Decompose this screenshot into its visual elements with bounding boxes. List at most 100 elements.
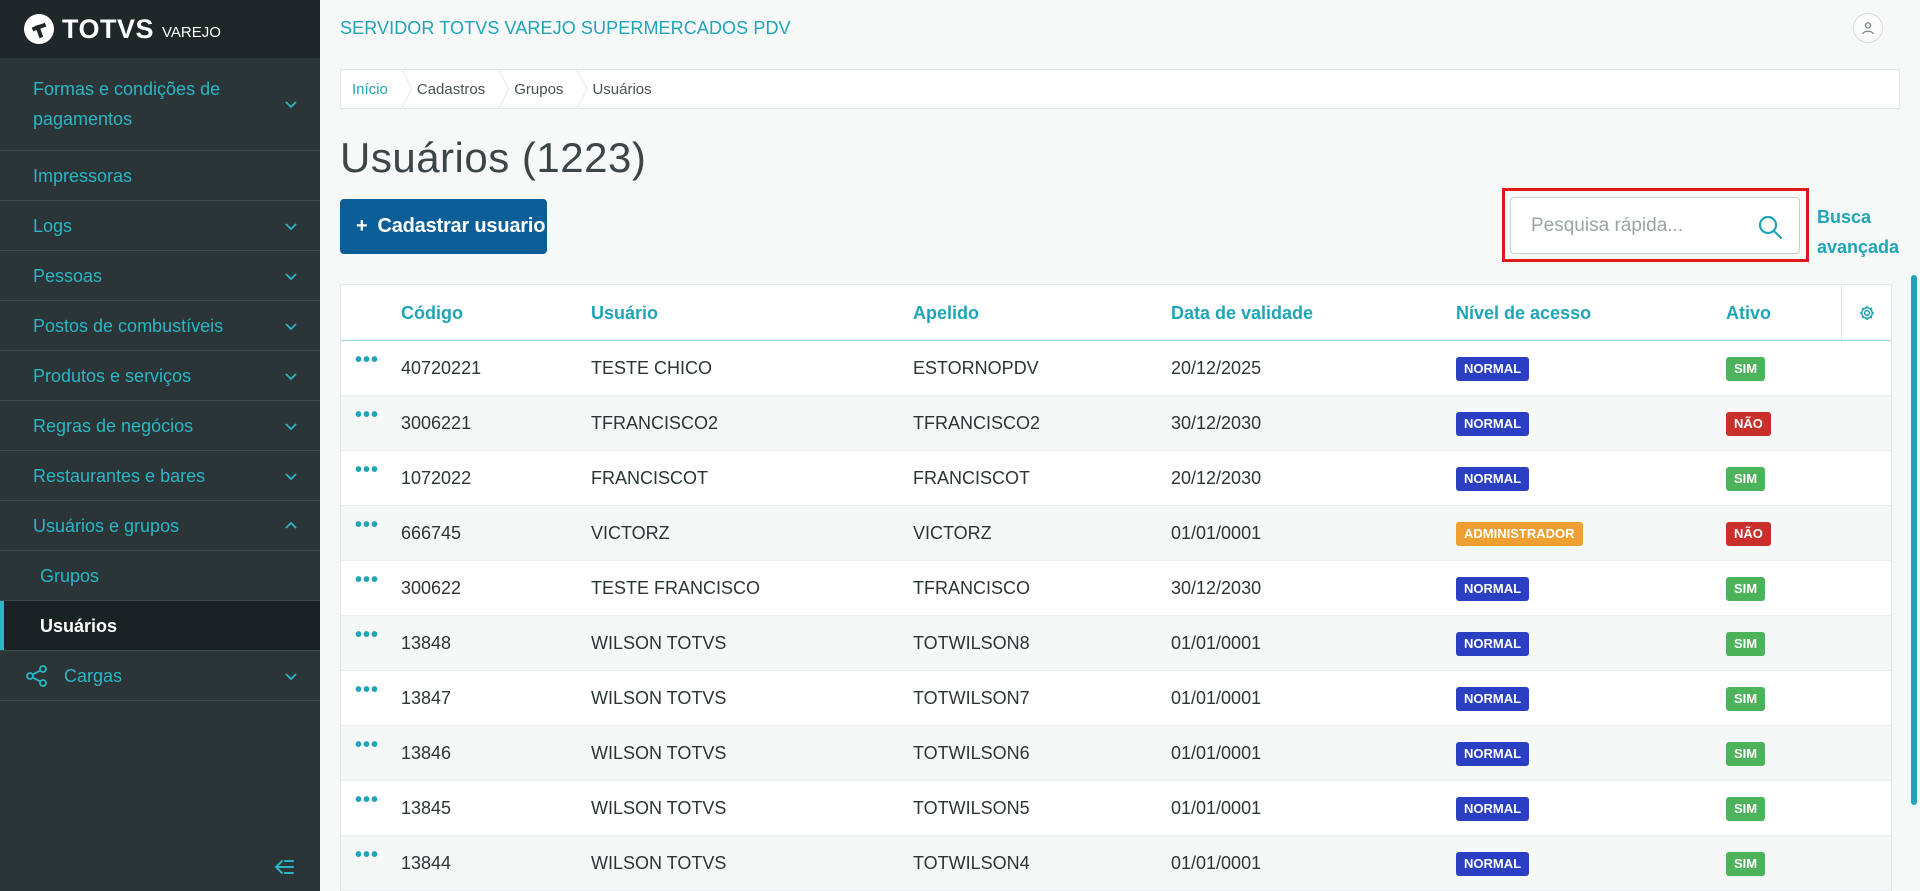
share-nodes-icon: [26, 664, 47, 687]
cell-validade: 01/01/0001: [1171, 688, 1262, 708]
access-level-badge: NORMAL: [1456, 687, 1530, 711]
search-icon[interactable]: [1757, 214, 1783, 240]
cell-usuario: WILSON TOTVS: [591, 743, 727, 763]
sidebar-item-grupos[interactable]: Grupos: [0, 551, 320, 601]
cell-apelido: TOTWILSON4: [913, 853, 1030, 873]
plus-icon: +: [356, 215, 368, 237]
breadcrumb-item-inicio[interactable]: Início: [341, 70, 413, 108]
advanced-search-line2: avançada: [1817, 237, 1900, 257]
cell-codigo: 13845: [401, 798, 452, 818]
chevron-down-icon: [285, 272, 297, 280]
cell-usuario: WILSON TOTVS: [591, 688, 727, 708]
breadcrumb-label: Cadastros: [416, 80, 486, 98]
collapse-menu-icon[interactable]: [272, 855, 296, 879]
cell-codigo: 40720221: [401, 358, 482, 378]
row-actions-icon[interactable]: •••: [355, 460, 379, 480]
cell-usuario: WILSON TOTVS: [591, 633, 727, 653]
chevron-down-icon: [285, 372, 297, 380]
table-row: ••• 13844 WILSON TOTVS TOTWILSON4 01/01/0001…: [341, 836, 1891, 891]
add-user-button[interactable]: + Cadastrar usuario: [340, 199, 547, 254]
sidebar-item-label: Produtos e serviços: [33, 365, 192, 386]
brand-name: TOTVS: [62, 13, 155, 44]
active-status-badge: SIM: [1726, 577, 1766, 601]
active-status-badge: SIM: [1726, 632, 1766, 656]
advanced-search-link[interactable]: Busca avançada: [1817, 202, 1899, 262]
sidebar-item-formas-e-condicoes-de-pagamentos[interactable]: Formas e condições de pagamentos: [0, 58, 320, 151]
cell-validade: 20/12/2030: [1171, 468, 1262, 488]
users-table: Código Usuário Apelido Data de validade Níve…: [340, 284, 1892, 891]
cell-codigo: 13848: [401, 633, 452, 653]
column-header-usuario[interactable]: Usuário: [591, 303, 658, 324]
row-actions-icon[interactable]: •••: [355, 735, 379, 755]
breadcrumb-label: Usuários: [592, 80, 652, 98]
access-level-badge: NORMAL: [1456, 632, 1530, 656]
chevron-down-icon: [285, 672, 297, 680]
row-actions-icon[interactable]: •••: [355, 405, 379, 425]
sidebar-item-pessoas[interactable]: Pessoas: [0, 251, 320, 301]
add-user-label: Cadastrar usuario: [377, 215, 546, 237]
row-actions-icon[interactable]: •••: [355, 350, 379, 370]
advanced-search-line1: Busca: [1817, 207, 1872, 227]
chevron-down-icon: [285, 422, 297, 430]
sidebar-item-produtos-e-servicos[interactable]: Produtos e serviços: [0, 351, 320, 401]
cell-apelido: FRANCISCOT: [913, 468, 1030, 488]
cell-codigo: 300622: [401, 578, 462, 598]
row-actions-icon[interactable]: •••: [355, 570, 379, 590]
sidebar-item-usuarios-e-grupos[interactable]: Usuários e grupos: [0, 501, 320, 551]
cell-apelido: TFRANCISCO2: [913, 413, 1041, 433]
active-status-badge: SIM: [1726, 852, 1766, 876]
sidebar-item-label: Logs: [33, 215, 73, 236]
user-button[interactable]: [1853, 13, 1883, 43]
cell-apelido: VICTORZ: [913, 523, 992, 543]
access-level-badge: NORMAL: [1456, 742, 1530, 766]
sidebar-item-regras-de-negocios[interactable]: Regras de negócios: [0, 401, 320, 451]
sidebar-item-postos-de-combustiveis[interactable]: Postos de combustíveis: [0, 301, 320, 351]
column-header-ativo[interactable]: Ativo: [1726, 303, 1771, 324]
row-actions-icon[interactable]: •••: [355, 515, 379, 535]
column-header-data-de-validade[interactable]: Data de validade: [1171, 303, 1313, 324]
cell-usuario: WILSON TOTVS: [591, 798, 727, 818]
quick-search-input[interactable]: [1511, 214, 1751, 237]
cell-validade: 01/01/0001: [1171, 853, 1262, 873]
table-row: ••• 300622 TESTE FRANCISCO TFRANCISCO 30/12/…: [341, 561, 1891, 616]
row-actions-icon[interactable]: •••: [355, 625, 379, 645]
cell-validade: 30/12/2030: [1171, 413, 1262, 433]
sidebar-item-impressoras[interactable]: Impressoras: [0, 151, 320, 201]
row-actions-icon[interactable]: •••: [355, 680, 379, 700]
table-settings-button[interactable]: [1841, 285, 1891, 340]
chevron-down-icon: [285, 472, 297, 480]
breadcrumb-item-grupos[interactable]: Grupos: [503, 70, 588, 108]
column-header-nivel-de-acesso[interactable]: Nível de acesso: [1456, 303, 1591, 324]
breadcrumb-item-cadastros[interactable]: Cadastros: [406, 70, 510, 108]
cell-apelido: TOTWILSON7: [913, 688, 1030, 708]
row-actions-icon[interactable]: •••: [355, 845, 379, 865]
cell-validade: 01/01/0001: [1171, 523, 1262, 543]
sidebar-item-label: Usuários e grupos: [33, 515, 180, 536]
cell-validade: 01/01/0001: [1171, 633, 1262, 653]
cell-validade: 30/12/2030: [1171, 578, 1262, 598]
cell-apelido: TOTWILSON8: [913, 633, 1030, 653]
row-actions-icon[interactable]: •••: [355, 790, 379, 810]
chevron-down-icon: [285, 222, 297, 230]
active-status-badge: SIM: [1726, 687, 1766, 711]
sidebar-item-logs[interactable]: Logs: [0, 201, 320, 251]
scrollbar[interactable]: [1911, 275, 1917, 805]
cell-usuario: TESTE CHICO: [591, 358, 713, 378]
brand: TOTVS VAREJO: [0, 0, 320, 58]
table-body: ••• 40720221 TESTE CHICO ESTORNOPDV 20/12/20…: [341, 341, 1891, 891]
active-status-badge: NÃO: [1726, 522, 1771, 546]
active-status-badge: SIM: [1726, 467, 1766, 491]
sidebar-item-usuarios[interactable]: Usuários: [0, 601, 320, 651]
totvs-logo-icon: [24, 14, 54, 44]
column-header-codigo[interactable]: Código: [401, 303, 463, 324]
sidebar-item-label: Postos de combustíveis: [33, 315, 224, 336]
column-header-apelido[interactable]: Apelido: [913, 303, 979, 324]
active-status-badge: SIM: [1726, 357, 1766, 381]
table-row: ••• 40720221 TESTE CHICO ESTORNOPDV 20/12/20…: [341, 341, 1891, 396]
table-row: ••• 13847 WILSON TOTVS TOTWILSON7 01/01/0001…: [341, 671, 1891, 726]
sidebar-item-restaurantes-e-bares[interactable]: Restaurantes e bares: [0, 451, 320, 501]
cell-usuario: TFRANCISCO2: [591, 413, 719, 433]
access-level-badge: NORMAL: [1456, 852, 1530, 876]
sidebar-item-cargas[interactable]: Cargas: [0, 651, 320, 701]
cell-apelido: TOTWILSON5: [913, 798, 1030, 818]
